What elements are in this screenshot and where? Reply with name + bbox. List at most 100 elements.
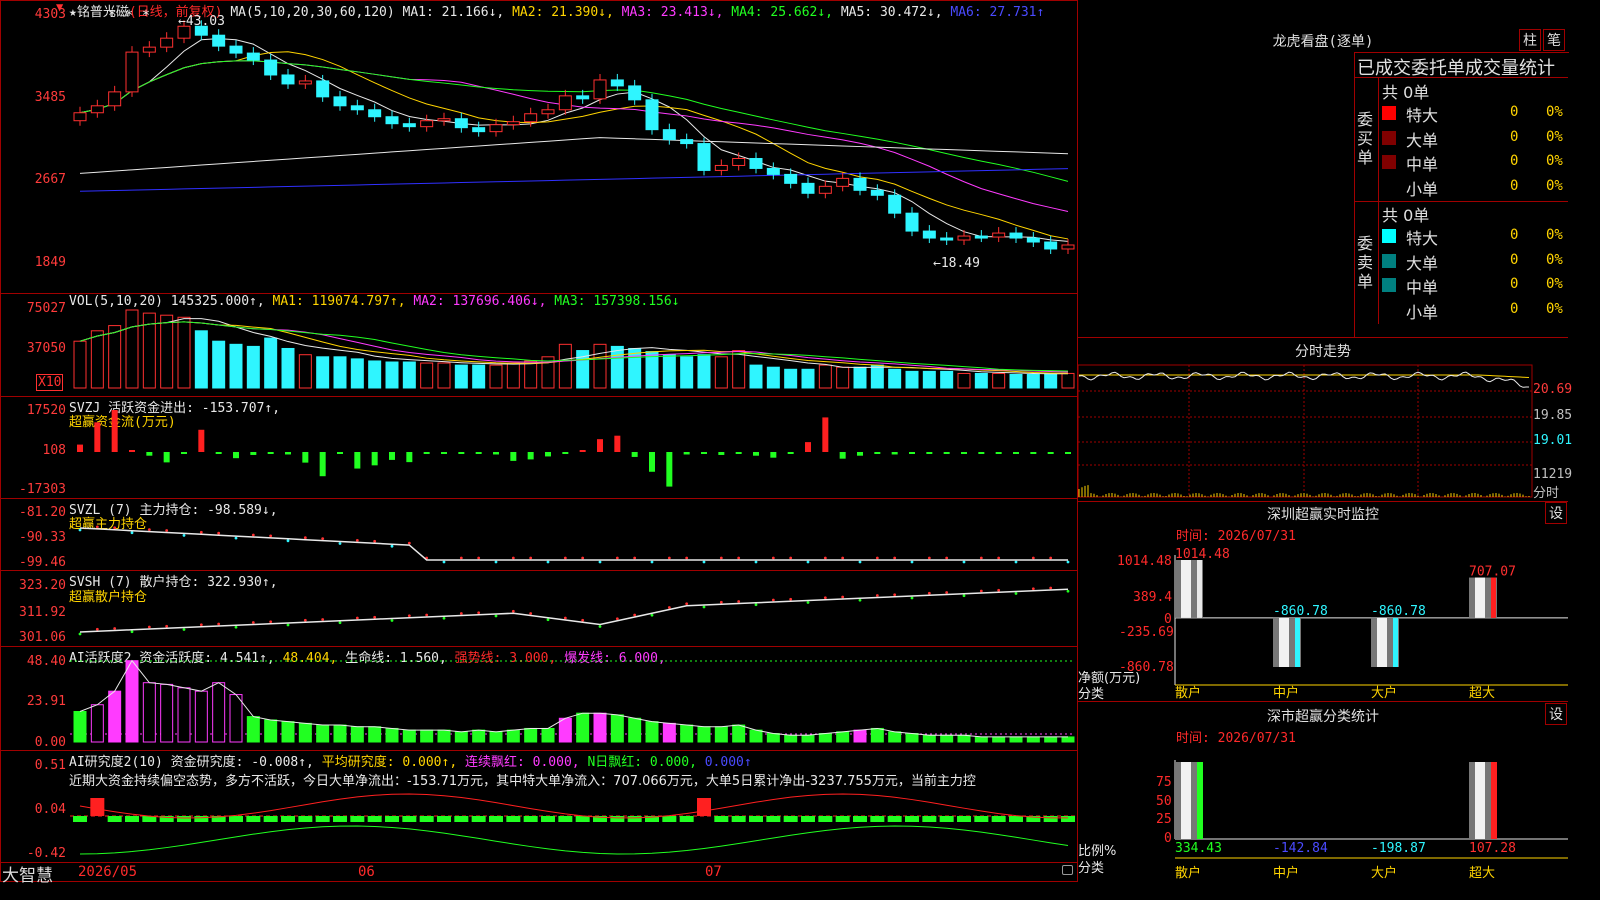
candle-body — [229, 45, 243, 54]
svsh-dot — [442, 616, 446, 620]
classify-settings-button[interactable]: 设 — [1545, 703, 1567, 725]
buy-row-color-swatch — [1382, 179, 1396, 194]
svzl-dot — [719, 556, 723, 560]
classify-category: 超大 — [1469, 866, 1495, 881]
candle-body — [142, 46, 156, 53]
ai-research-bar — [575, 816, 590, 822]
ai-active-bar — [784, 734, 798, 743]
vol-chart[interactable] — [0, 293, 1077, 396]
monitor-bar-shine — [1377, 617, 1387, 667]
candle-body — [454, 118, 468, 129]
svzl-dot — [1066, 560, 1070, 564]
brand-label[interactable]: 大智慧 — [2, 861, 53, 886]
vol-bar — [957, 372, 971, 389]
svsh-dot — [95, 627, 99, 631]
svzl-dot — [823, 556, 827, 560]
svsh-chart[interactable] — [0, 570, 1077, 646]
svzl-dot — [78, 528, 82, 532]
svsh-dot — [165, 624, 169, 628]
sell-row-label: 中单 — [1406, 278, 1439, 297]
monitor-settings-button[interactable]: 设 — [1545, 502, 1567, 524]
candle-body — [714, 164, 728, 171]
svzj-bar — [909, 452, 915, 454]
buy-row-count: 0 — [1510, 104, 1519, 120]
ai-research-bar — [731, 816, 746, 822]
price-chart[interactable] — [0, 0, 1077, 293]
dragon-divider-3 — [1378, 77, 1379, 324]
ai-research-bar — [697, 798, 711, 816]
svzl-dot — [737, 556, 741, 560]
ai-active-bar — [489, 731, 503, 743]
svzl-dot — [269, 534, 273, 538]
ai-active-bar — [177, 687, 191, 743]
svzl-dot — [234, 536, 238, 540]
ai-active-chart[interactable] — [0, 646, 1077, 750]
candle-body — [818, 185, 832, 194]
ai-active-bar — [73, 711, 87, 743]
buy-row-label: 中单 — [1406, 155, 1439, 174]
vol-bar — [1009, 373, 1023, 389]
vol-bar — [1026, 373, 1040, 389]
vol-bar — [628, 347, 642, 389]
bar-mode-button[interactable]: 柱 — [1519, 29, 1541, 51]
ai-active-bar — [212, 682, 226, 743]
svsh-dot — [251, 621, 255, 624]
tick-mode-button[interactable]: 笔 — [1543, 29, 1565, 51]
monitor-chart[interactable]: 1014.48 散户 -860.78 中户 -860.78 大户 707.07 超大 — [1077, 540, 1568, 700]
vol-bar — [229, 343, 243, 389]
svzj-bar — [1030, 452, 1037, 454]
svzj-bar — [857, 452, 863, 456]
svsh-dot — [719, 600, 723, 604]
svsh-dot — [373, 615, 377, 619]
svzl-dot — [789, 556, 793, 560]
svzj-bar — [267, 452, 274, 454]
monitor-bar-shine — [1181, 560, 1191, 618]
svzl-chart[interactable] — [0, 498, 1077, 570]
buy-row-label: 特大 — [1406, 106, 1439, 125]
ai-active-bar — [836, 731, 850, 743]
monitor-bar-shine — [1279, 617, 1289, 667]
svzl-dot — [841, 556, 845, 560]
vol-bar — [454, 364, 468, 389]
svsh-dot — [667, 606, 671, 609]
svsh-dot — [841, 595, 845, 599]
ai-research-bar — [471, 816, 486, 822]
vol-bar — [108, 325, 122, 389]
svsh-dot — [286, 623, 290, 627]
svzl-dot — [407, 541, 411, 545]
svzl-dot — [529, 556, 533, 560]
svzj-bar — [666, 452, 673, 487]
svzj-bar — [545, 452, 551, 457]
svzl-line — [79, 527, 1068, 561]
candle-body — [472, 127, 486, 133]
ai-active-bar — [524, 727, 538, 743]
ai-active-bar — [766, 733, 780, 743]
ai-active-bar — [905, 733, 919, 743]
ai-research-bar — [801, 816, 815, 822]
svzj-bar — [926, 452, 933, 454]
svzj-chart[interactable] — [0, 396, 1077, 498]
vol-bar — [194, 330, 208, 389]
ai-research-chart[interactable] — [0, 750, 1077, 862]
monitor-bar-value: -860.78 — [1273, 604, 1328, 619]
vol-bar — [90, 330, 104, 389]
classify-chart[interactable]: 334.43 散户 -142.84 中户 -198.87 大户 107.28 超大 — [1077, 740, 1568, 882]
ai-research-bar — [558, 816, 573, 822]
intraday-chart[interactable] — [1077, 362, 1568, 500]
ai-research-bar — [263, 816, 278, 822]
ai-active-bar — [194, 690, 208, 743]
ai-research-bar — [367, 816, 382, 822]
svzj-bar — [319, 452, 326, 477]
sell-row-label: 大单 — [1406, 253, 1439, 273]
vol-bar — [506, 362, 520, 389]
vol-bar — [402, 361, 416, 389]
candle-body — [922, 230, 936, 239]
candle-body — [870, 189, 884, 196]
ai-research-bar — [385, 816, 399, 822]
svzj-bar — [874, 452, 881, 454]
candle-body — [732, 157, 746, 166]
vol-bar — [818, 364, 832, 389]
ai-research-bar — [246, 816, 261, 822]
candle-body — [766, 167, 780, 175]
lock-icon[interactable] — [1062, 865, 1073, 875]
